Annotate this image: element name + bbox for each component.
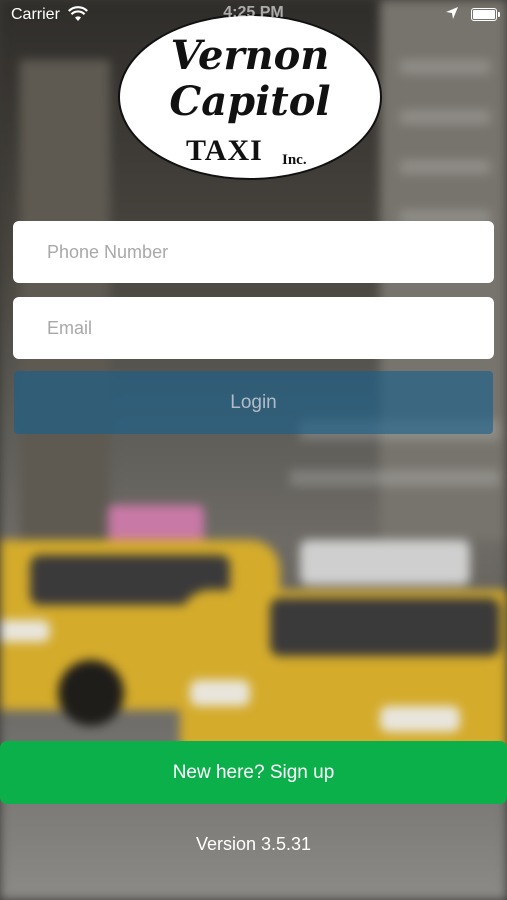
- battery-icon: [471, 8, 500, 21]
- signup-button[interactable]: New here? Sign up: [0, 741, 507, 804]
- email-input[interactable]: [13, 297, 494, 359]
- email-field-container: [13, 297, 494, 359]
- version-label: Version 3.5.31: [195, 834, 312, 854]
- status-bar: Carrier 4:25 PM: [0, 0, 507, 30]
- location-arrow-icon: [445, 6, 459, 25]
- login-button[interactable]: Login: [14, 371, 493, 434]
- phone-field-container: [13, 221, 494, 283]
- logo-line-capitol: Capitol: [169, 78, 331, 125]
- status-time: 4:25 PM: [223, 4, 284, 21]
- app-logo: Vernon Capitol TAXI Inc.: [118, 14, 382, 180]
- logo-line-taxi: TAXI: [186, 134, 263, 167]
- logo-line-vernon: Vernon: [170, 32, 330, 79]
- logo-line-inc: Inc.: [282, 152, 307, 168]
- phone-number-input[interactable]: [13, 221, 494, 283]
